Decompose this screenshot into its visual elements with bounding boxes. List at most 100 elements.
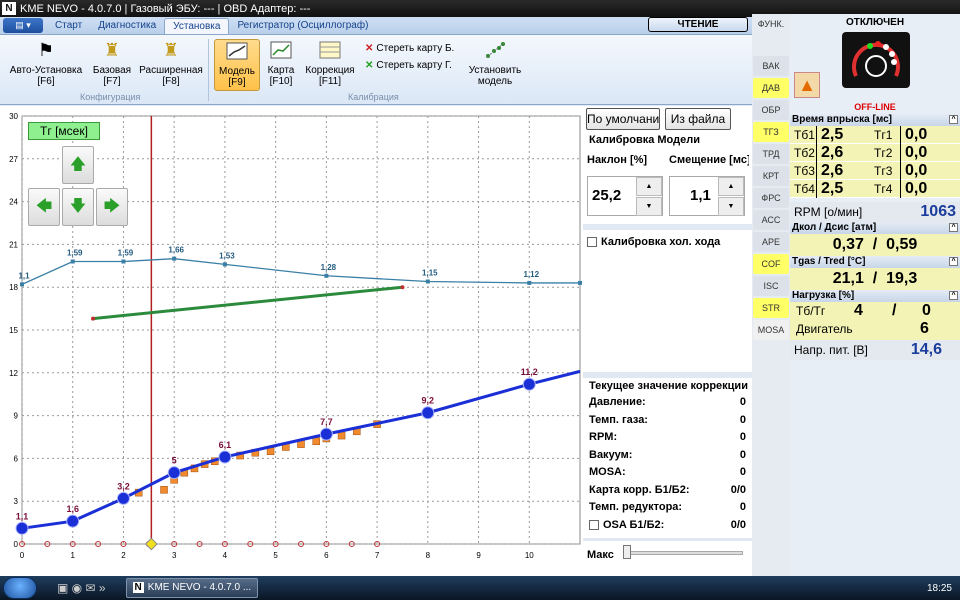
blue-series-label: 6,1	[219, 440, 232, 450]
injection-time-block: Время впрыска [мс] ^ Тб1 2,5 Тг1 0,0 Тб2 2,6 Тг…	[790, 114, 960, 198]
window-title: KME NEVO - 4.0.7.0 | Газовый ЭБУ: --- | …	[20, 2, 311, 15]
upper-series-label: 1,59	[118, 249, 134, 258]
arrow-left-button[interactable]: 🡄	[28, 188, 60, 226]
offset-value: 1,1	[690, 187, 711, 204]
scatter-points-icon	[483, 39, 507, 61]
x-tick-label: 8	[426, 551, 431, 560]
expand-icon[interactable]: ^	[949, 223, 958, 232]
sidebar-btn-12[interactable]: STR	[753, 298, 789, 318]
sidebar-btn-10[interactable]: COF	[753, 254, 789, 274]
blue-series-label: 5	[172, 456, 177, 466]
osa-checkbox[interactable]	[589, 520, 599, 531]
expand-icon[interactable]: ^	[949, 291, 958, 300]
orange-point	[266, 447, 275, 456]
idle-calibration-checkbox[interactable]: Калибровка хол. хода	[587, 236, 720, 248]
read-button[interactable]: ЧТЕНИЕ	[648, 17, 748, 32]
correction-table-icon	[318, 39, 342, 61]
sidebar-btn-8[interactable]: АСС	[753, 210, 789, 230]
correction-value: 0/0	[730, 483, 746, 496]
slope-stepper[interactable]: 25,2 ▲ ▼	[587, 176, 663, 216]
blue-series-point	[522, 377, 536, 391]
tab-recorder[interactable]: Регистратор (Осциллограф)	[229, 18, 376, 34]
arrow-right-button[interactable]: 🡆	[96, 188, 128, 226]
offset-up-button[interactable]: ▲	[718, 177, 744, 196]
correction-list: Давление: 0 Темп. газа: 0 RPM: 0 Вакуум: 0 MOSA:…	[583, 394, 752, 517]
sidebar-btn-3[interactable]: ОБР	[753, 100, 789, 120]
blue-series-point	[15, 521, 29, 535]
start-button[interactable]	[3, 577, 37, 599]
erase-map-b-button[interactable]: ✕ Стереть карту Б.	[365, 43, 454, 54]
sidebar-btn-7[interactable]: ФРС	[753, 188, 789, 208]
expand-icon[interactable]: ^	[949, 115, 958, 124]
max-slider-track[interactable]	[623, 551, 743, 555]
sidebar-btn-4[interactable]: ТГЗ	[753, 122, 789, 142]
max-label: Макс	[587, 549, 614, 561]
injection-value: 0,0	[900, 143, 950, 162]
red-x-icon: ✕	[365, 43, 374, 54]
expand-icon[interactable]: ^	[949, 257, 958, 266]
taskbar-app-button[interactable]: N KME NEVO - 4.0.7.0 ...	[125, 578, 259, 598]
erase-map-g-button[interactable]: ✕ Стереть карту Г.	[365, 60, 452, 71]
set-model-button[interactable]: Установить модель	[464, 39, 526, 87]
model-calib-title: Калибровка Модели	[589, 134, 700, 146]
voltage-row: Напр. пит. [В] 14,6	[790, 340, 960, 360]
sidebar-btn-11[interactable]: ISC	[753, 276, 789, 296]
y-tick-label: 30	[9, 112, 18, 121]
sidebar-btn-13[interactable]: MOSA	[753, 320, 789, 340]
offset-stepper[interactable]: 1,1 ▲ ▼	[669, 176, 745, 216]
switch-indicator-icon	[842, 32, 910, 88]
default-button[interactable]: По умолчанию	[586, 108, 660, 130]
checkered-flag-icon: ⚑	[37, 39, 55, 60]
sidebar-btn-6[interactable]: КРТ	[753, 166, 789, 186]
y-tick-label: 24	[9, 198, 18, 207]
correction-row: Карта корр. Б1/Б2: 0/0	[583, 482, 752, 500]
orange-point	[337, 431, 346, 440]
max-slider-handle[interactable]	[623, 545, 631, 559]
model-chart[interactable]: 0 1 2 3 4 5 6 7 8 9 10 0 3 6 9 12 15 18 21 24 27 30 1,1 1,59 1,5…	[0, 106, 583, 576]
warning-icon[interactable]: ▲	[794, 72, 820, 98]
from-file-button[interactable]: Из файла	[665, 108, 731, 130]
tab-start[interactable]: Старт	[47, 18, 90, 34]
arrow-down-button[interactable]: 🡇	[62, 188, 94, 226]
sidebar-btn-1[interactable]: ВАК	[753, 56, 789, 76]
blue-series-point	[66, 514, 80, 528]
sidebar-btn-9[interactable]: АРЕ	[753, 232, 789, 252]
tab-setup[interactable]: Установка	[164, 18, 230, 34]
group-separator	[208, 39, 209, 101]
correction-button[interactable]: Коррекция [F11]	[302, 39, 358, 87]
model-button[interactable]: Модель [F9]	[214, 39, 260, 91]
injection-label: Тг2	[874, 145, 893, 160]
x-tick-label: 10	[525, 551, 534, 560]
sidebar-btn-2[interactable]: ДАВ	[753, 78, 789, 98]
slope-value: 25,2	[592, 187, 622, 204]
offset-label: Смещение [мс]	[669, 154, 749, 166]
upper-series-point	[172, 256, 177, 261]
quicklaunch-icons[interactable]: ▣ ◉ ✉ »	[57, 581, 106, 595]
upper-series-label: 1,28	[321, 263, 337, 272]
correction-title: Текущее значение коррекции	[589, 380, 748, 392]
slope-up-button[interactable]: ▲	[636, 177, 662, 196]
blue-series-point	[319, 427, 333, 441]
offset-down-button[interactable]: ▼	[718, 197, 744, 216]
injection-table: Тб1 2,5 Тг1 0,0 Тб2 2,6 Тг2 0,0 Тб3 2,6 Тг3 0,0 Тб4 2…	[790, 125, 960, 198]
map-button[interactable]: Карта [F10]	[264, 39, 298, 87]
pressure-block: Дкол / Дсис [атм] ^ 0,37 / 0,59	[790, 222, 960, 256]
correction-value: 0	[739, 466, 746, 478]
y-unit-label: Тг [мсек]	[28, 122, 100, 140]
upper-series-point	[578, 280, 582, 285]
advanced-config-button[interactable]: ♜ Расширенная [F8]	[138, 39, 204, 88]
app-menu-button[interactable]: ▤ ▾	[3, 18, 43, 33]
basic-config-button[interactable]: ♜ Базовая [F7]	[90, 39, 134, 88]
sidebar-btn-5[interactable]: ТРД	[753, 144, 789, 164]
max-slider-panel: Макс	[583, 541, 752, 576]
blue-series-point	[167, 466, 181, 480]
arrow-up-button[interactable]: 🡅	[62, 146, 94, 184]
osa-row[interactable]: OSA Б1/Б2: 0/0	[583, 517, 752, 535]
injection-label: Тг1	[874, 127, 893, 142]
tab-diagnostics[interactable]: Диагностика	[90, 18, 164, 34]
slope-down-button[interactable]: ▼	[636, 197, 662, 216]
correction-key: MOSA:	[589, 466, 626, 478]
upper-series-point	[121, 259, 126, 264]
upper-series-point	[70, 259, 75, 264]
auto-setup-button[interactable]: ⚑ Авто-Установка [F6]	[6, 39, 86, 88]
